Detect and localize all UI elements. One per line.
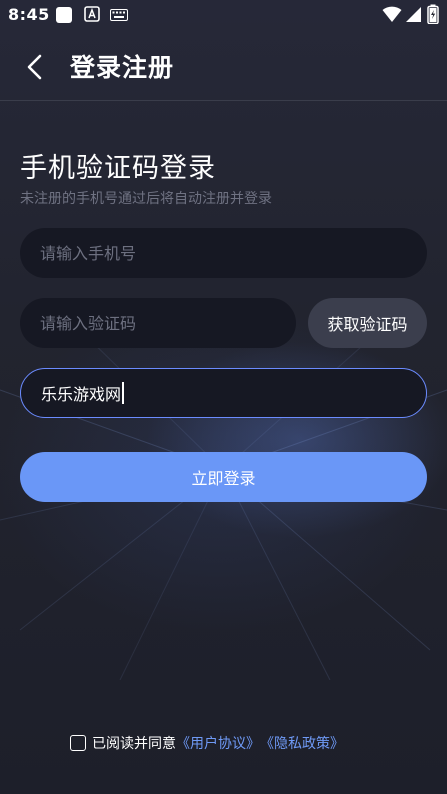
text-cursor	[122, 382, 125, 404]
app-a-icon	[84, 6, 100, 22]
notification-square-icon	[56, 7, 72, 23]
chevron-left-icon[interactable]	[18, 50, 52, 84]
phone-field[interactable]	[20, 228, 427, 278]
captcha-field[interactable]: 乐乐游戏网	[20, 368, 427, 418]
login-subheading: 未注册的手机号通过后将自动注册并登录	[20, 191, 272, 207]
status-bar: 8:45	[0, 0, 447, 30]
agreement-checkbox[interactable]	[70, 735, 86, 751]
verification-code-input[interactable]	[40, 313, 276, 333]
login-button[interactable]: 立即登录	[20, 452, 427, 502]
captcha-input-value[interactable]: 乐乐游戏网	[41, 381, 121, 405]
wifi-icon	[382, 6, 402, 23]
user-agreement-link[interactable]: 《用户协议》	[176, 733, 260, 753]
page-title: 登录注册	[70, 53, 175, 82]
get-code-button[interactable]: 获取验证码	[308, 298, 427, 348]
signal-icon	[406, 7, 421, 22]
agreement-row: 已阅读并同意 《用户协议》 《隐私政策》	[70, 733, 344, 753]
status-time: 8:45	[8, 5, 50, 24]
battery-charging-icon	[427, 4, 439, 24]
nav-bar: 登录注册	[0, 30, 447, 101]
privacy-policy-link[interactable]: 《隐私政策》	[260, 733, 344, 753]
agreement-text: 已阅读并同意	[92, 736, 176, 752]
login-heading: 手机验证码登录	[20, 153, 216, 184]
code-field[interactable]	[20, 298, 296, 348]
phone-input[interactable]	[40, 243, 407, 263]
keyboard-icon	[110, 9, 128, 21]
